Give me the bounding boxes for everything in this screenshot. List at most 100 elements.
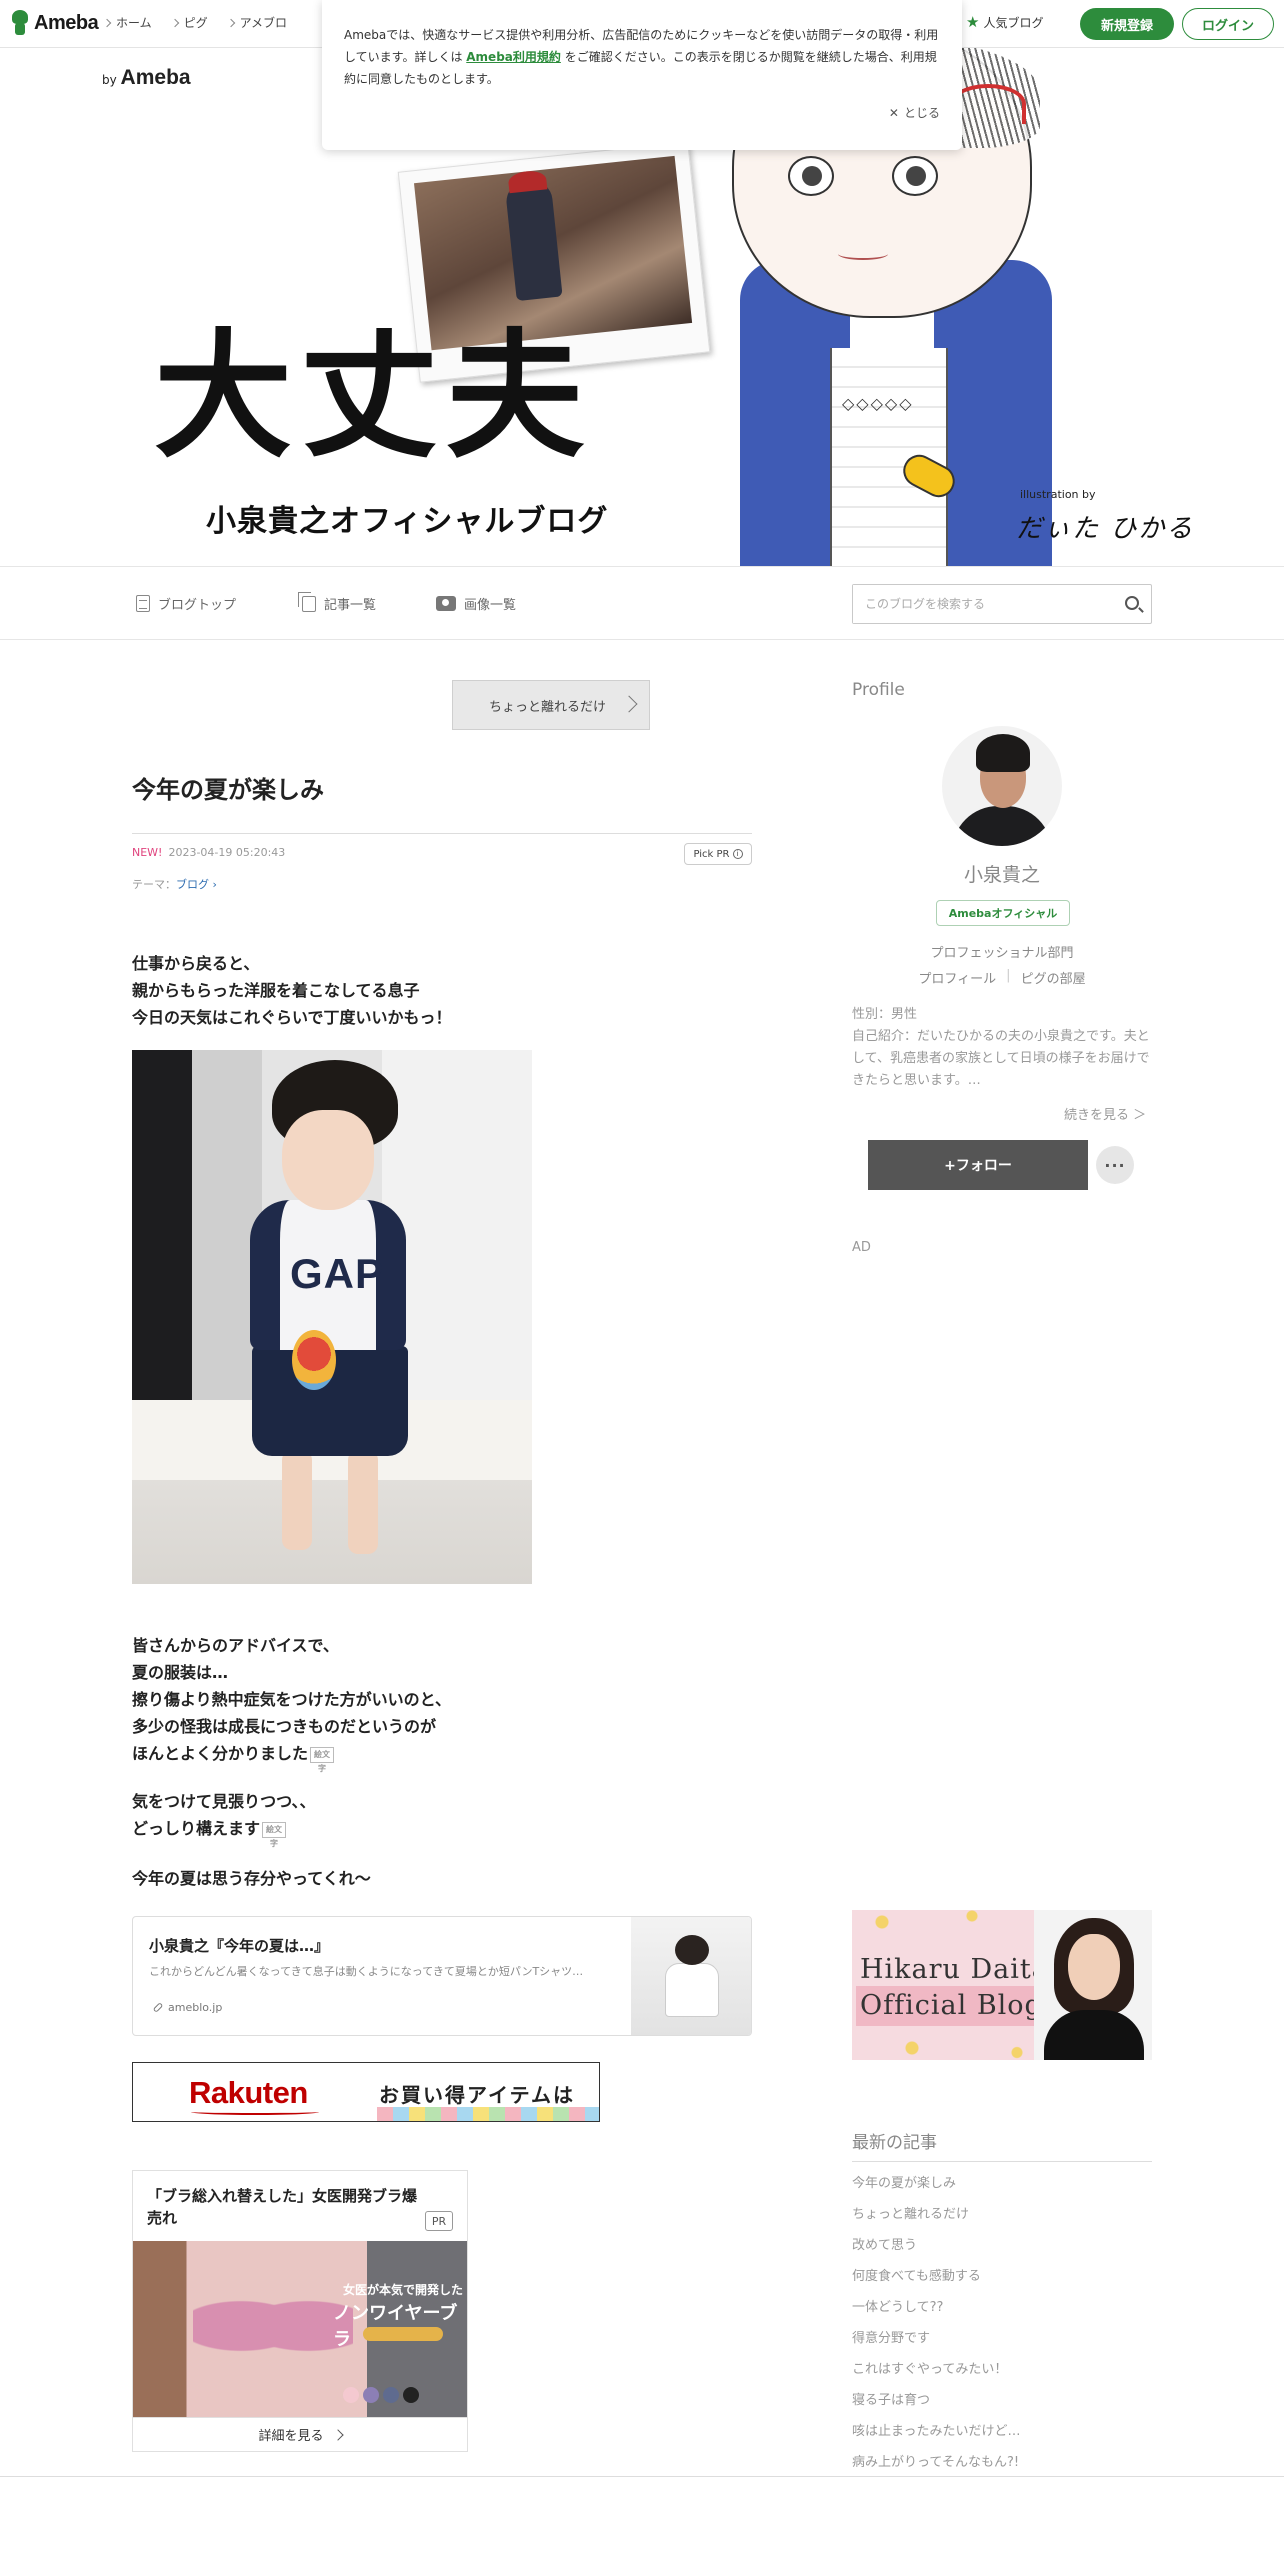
nav-link-label: ホーム	[116, 16, 152, 30]
ad-more-link[interactable]: 詳細を見る	[133, 2417, 467, 2451]
entry-meta: NEW! 2023-04-19 05:20:43	[132, 846, 285, 859]
camera-icon	[436, 596, 456, 611]
entry-list-link[interactable]: 記事一覧	[298, 591, 377, 613]
illustration-eye-left	[788, 156, 834, 196]
recent-entry-link[interactable]: 一体どうして??	[852, 2296, 1152, 2327]
recent-entry-link[interactable]: 寝る子は育つ	[852, 2389, 1152, 2420]
entry-paragraph: 今年の夏は思う存分やってくれ〜	[132, 1865, 752, 1892]
new-badge: NEW!	[132, 846, 163, 859]
copy-icon	[298, 591, 316, 612]
chevron-right-icon: ›	[209, 878, 217, 891]
entry-line-text: どっしり構えます	[132, 1819, 261, 1838]
previous-entry-label: ちょっと離れるだけ	[489, 699, 607, 715]
chevron-right-icon	[620, 695, 638, 713]
entry-line: 今年の夏は思う存分やってくれ〜	[132, 1869, 371, 1888]
profile-gender: 性別：男性	[852, 1007, 918, 1022]
profile-link[interactable]: プロフィール	[918, 968, 996, 987]
recent-entry-link[interactable]: 何度食べても感動する	[852, 2265, 1152, 2296]
ad-card[interactable]: 「ブラ総入れ替えした」女医開発ブラ爆売れ PR 女医が本気で開発した ノンワイヤ…	[132, 2170, 468, 2452]
broken-emoji-image: 絵文字	[262, 1821, 287, 1848]
entry-title[interactable]: 今年の夏が楽しみ	[132, 770, 752, 834]
recent-entry-link[interactable]: これはすぐやってみたい！	[852, 2358, 1152, 2389]
recent-entry-link[interactable]: 病み上がりってそんなもん?!	[852, 2451, 1152, 2482]
cookie-notice: Amebaでは、快適なサービス提供や利用分析、広告配信のためにクッキーなどを使い…	[322, 0, 962, 150]
cookie-close-label: とじる	[903, 106, 940, 120]
nav-link-ameblo[interactable]: アメブロ	[226, 14, 287, 31]
entry-paragraph: 気をつけて見張りつつ、、 どっしり構えます 絵文字	[132, 1788, 752, 1848]
terms-link[interactable]: Ameba利用規約	[466, 50, 561, 64]
blog-search	[852, 584, 1152, 624]
profile-category[interactable]: プロフェッショナル部門	[852, 942, 1152, 961]
entry-line: 多少の怪我は成長につきものだというのが	[132, 1717, 437, 1736]
hikaru-portrait	[1034, 1910, 1152, 2060]
broken-emoji-image: 絵文字	[310, 1746, 335, 1773]
illustration-mouth	[838, 248, 888, 260]
official-badge: Amebaオフィシャル	[936, 900, 1070, 926]
login-button[interactable]: ログイン	[1182, 8, 1274, 40]
pr-badge: PR	[425, 2211, 453, 2231]
theme-link[interactable]: ブログ	[176, 878, 209, 891]
previous-entry-button[interactable]: ちょっと離れるだけ	[452, 680, 650, 730]
nav-link-pigg[interactable]: ピグ	[170, 14, 208, 31]
footer-divider	[0, 2476, 1284, 2477]
hikaru-daita-blog-banner[interactable]: Hikaru Daita Official Blog	[852, 1910, 1152, 2060]
blog-top-label: ブログトップ	[158, 598, 237, 613]
recent-entry-link[interactable]: 咳は止まったみたいだけど…	[852, 2420, 1152, 2451]
nav-link-home[interactable]: ホーム	[102, 14, 152, 31]
entry-photo[interactable]: GAP	[132, 1050, 532, 1584]
pigg-room-link[interactable]: ピグの部屋	[1021, 968, 1086, 987]
entry-line: 夏の服装は…	[132, 1663, 229, 1682]
illustration-eye-right	[892, 156, 938, 196]
popular-blogs-label: 人気ブログ	[983, 16, 1044, 30]
by-ameba-logo: by Ameba	[102, 66, 191, 90]
chevron-right-icon	[102, 18, 112, 27]
rakuten-shops-illustration	[377, 2107, 599, 2121]
ad-copy-2: ノンワイヤーブラ	[333, 2303, 458, 2350]
recent-entry-link[interactable]: ちょっと離れるだけ	[852, 2203, 1152, 2234]
image-list-link[interactable]: 画像一覧	[436, 594, 516, 613]
hikaru-banner-line-2: Official Blog	[860, 1990, 1043, 2021]
rakuten-swoosh	[191, 2109, 319, 2115]
register-button[interactable]: 新規登録	[1080, 8, 1174, 40]
blog-link-card[interactable]: 小泉貴之『今年の夏は…』 これからどんどん暑くなってきて息子は動くようになってき…	[132, 1916, 752, 2036]
illustration-sweater	[830, 348, 948, 566]
blog-top-link[interactable]: ブログトップ	[136, 594, 236, 613]
entry-list-label: 記事一覧	[324, 598, 377, 613]
close-icon: ✕	[888, 106, 899, 120]
ad-title: 「ブラ総入れ替えした」女医開発ブラ爆売れ	[147, 2187, 418, 2227]
document-icon	[136, 595, 150, 612]
entry-line: 親からもらった洋服を着こなしてる息子	[132, 981, 420, 1000]
recent-entries-heading: 最新の記事	[852, 2128, 1152, 2162]
chevron-right-icon	[331, 2428, 344, 2441]
popular-blogs-link[interactable]: ★ 人気ブログ	[966, 14, 1043, 31]
cookie-close-button[interactable]: ✕ とじる	[889, 102, 940, 124]
recent-entry-link[interactable]: 改めて思う	[852, 2234, 1152, 2265]
ameba-mascot-icon	[10, 10, 30, 36]
rakuten-banner[interactable]: Rakuten お買い得アイテムは	[132, 2062, 600, 2122]
entry-paragraph: 仕事から戻ると、 親からもらった洋服を着こなしてる息子 今日の天気はこれぐらいで…	[132, 950, 752, 1031]
profile-name[interactable]: 小泉貴之	[852, 860, 1152, 887]
more-options-button[interactable]: ···	[1096, 1146, 1134, 1184]
link-card-thumbnail	[631, 1917, 751, 2035]
entry-theme: テーマ：ブログ ›	[132, 876, 217, 892]
ameba-logo[interactable]: Ameba	[10, 10, 99, 36]
rakuten-text: お買い得アイテムは	[379, 2083, 575, 2107]
recent-entry-link[interactable]: 今年の夏が楽しみ	[852, 2172, 1152, 2203]
profile-intro: 自己紹介：だいたひかるの夫の小泉貴之です。夫として、乳癌患者の家族として日頃の様…	[852, 1029, 1150, 1088]
read-more-link[interactable]: 続きを見る ＞	[1064, 1104, 1146, 1123]
link-separator: |	[1006, 968, 1011, 983]
theme-label: テーマ：	[132, 878, 176, 891]
recent-entry-link[interactable]: 得意分野です	[852, 2327, 1152, 2358]
global-nav-links: ホーム ピグ アメブロ	[102, 14, 287, 31]
follow-button[interactable]: +フォロー	[868, 1140, 1088, 1190]
entry-line-text: ほんとよく分かりました	[132, 1744, 309, 1763]
profile-heading: Profile	[852, 680, 905, 700]
illustration-credit: illustration by	[1020, 488, 1096, 501]
ad-more-label: 詳細を見る	[258, 2429, 324, 2444]
avatar[interactable]	[942, 726, 1062, 846]
search-icon[interactable]	[1125, 596, 1139, 610]
link-card-description: これからどんどん暑くなってきて息子は動くようになってきて夏場とか短パンTシャツ…	[149, 1965, 584, 1978]
entry-line: どっしり構えます 絵文字	[132, 1815, 752, 1848]
pick-pr-button[interactable]: Pick PR i	[684, 843, 752, 865]
blog-search-input[interactable]	[853, 585, 1093, 623]
